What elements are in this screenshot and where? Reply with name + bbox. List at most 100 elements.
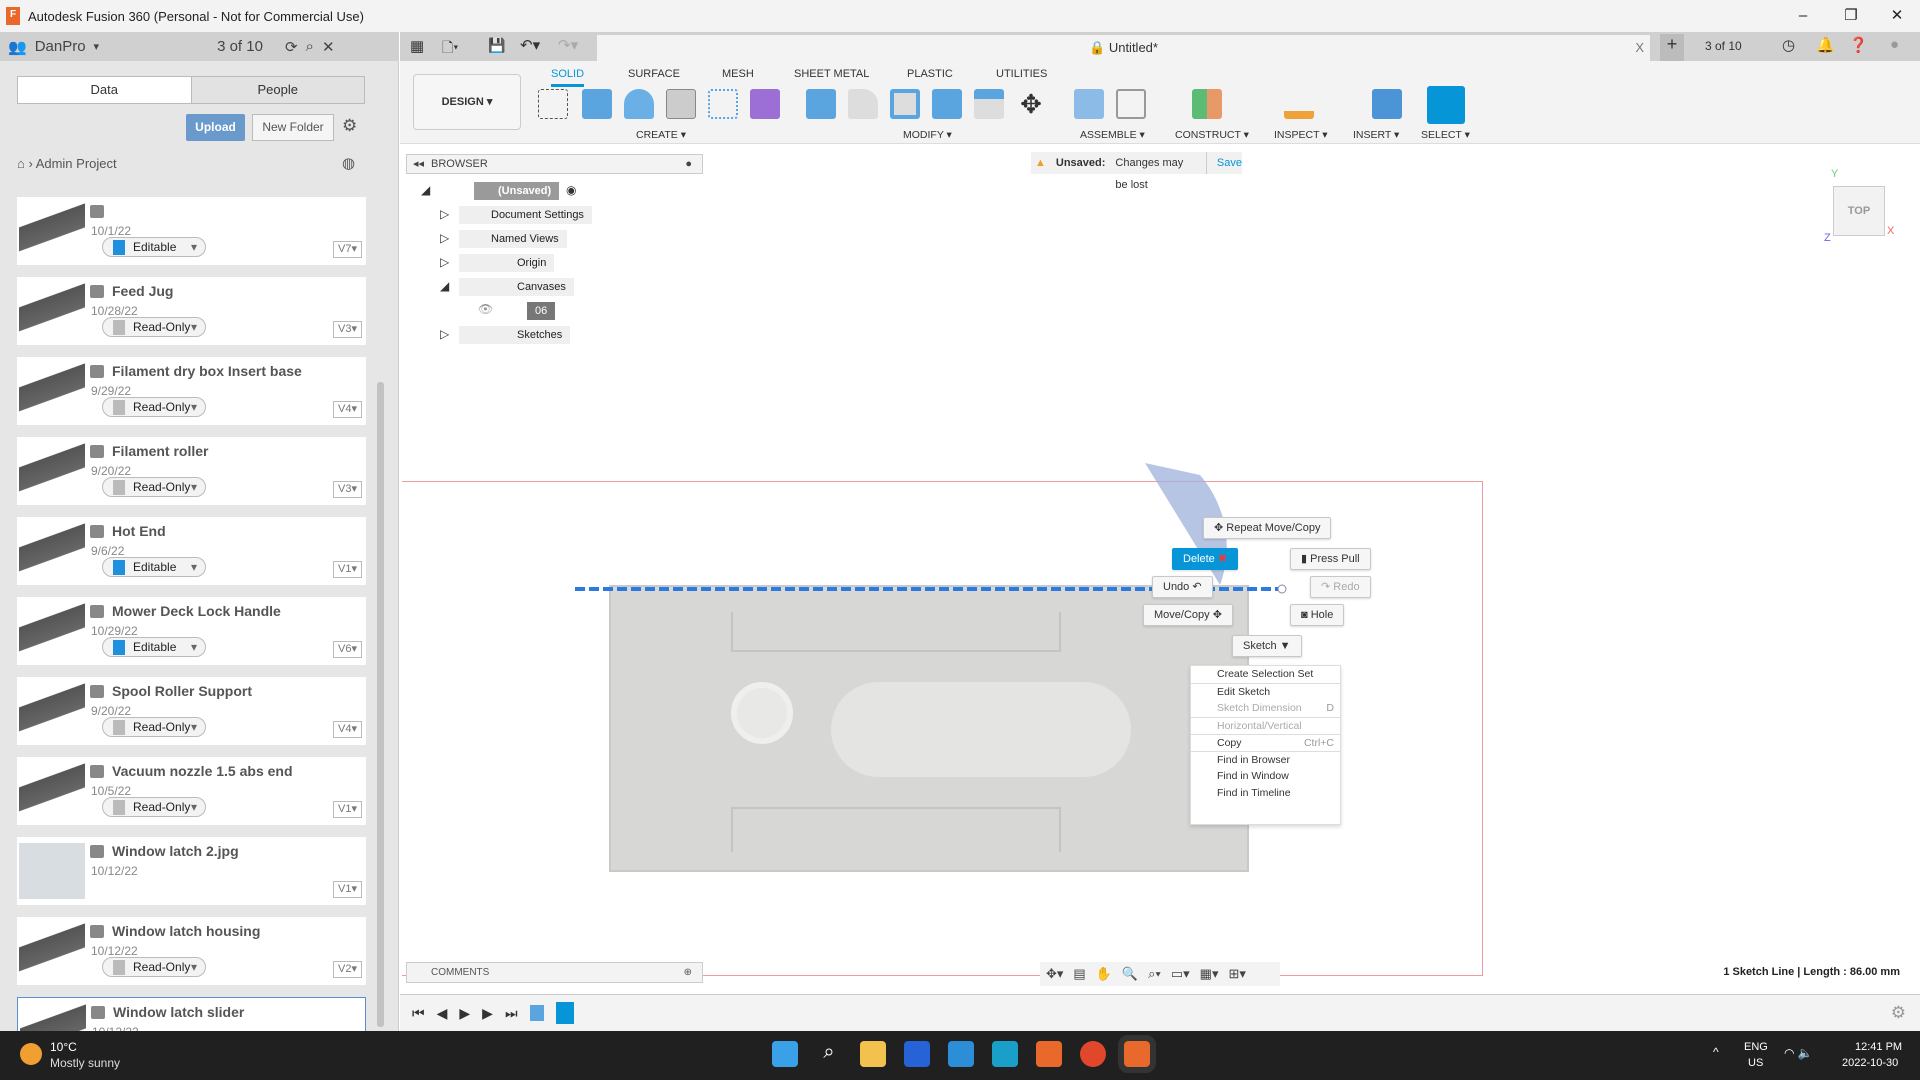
grid-icon[interactable]: ▦▾ xyxy=(1200,966,1219,982)
fusion-active-icon[interactable] xyxy=(1118,1035,1156,1073)
insert-image-icon[interactable] xyxy=(1372,89,1402,119)
file-name[interactable]: Window latch housing xyxy=(112,923,260,939)
scrollbar[interactable] xyxy=(377,382,384,1027)
close-button[interactable]: ✕ xyxy=(1874,0,1920,32)
menu-item-edit-sketch[interactable]: Edit Sketch xyxy=(1191,683,1340,700)
file-card[interactable]: Vacuum nozzle 1.5 abs end 10/5/22 Read-O… xyxy=(17,757,366,825)
tray-chevron-icon[interactable]: ^ xyxy=(1713,1045,1719,1059)
menu-item-sketch-dimension[interactable]: Sketch Dimension D xyxy=(1191,700,1340,717)
move-icon[interactable]: ✥ xyxy=(1016,89,1046,119)
eye-icon[interactable]: 👁 xyxy=(478,302,493,316)
new-folder-button[interactable]: New Folder xyxy=(252,114,334,141)
split-face-icon[interactable] xyxy=(974,89,1004,119)
fusion-icon[interactable] xyxy=(1036,1041,1062,1067)
fit-icon[interactable]: ⌕▾ xyxy=(1148,966,1161,982)
weather-temp[interactable]: 10°C xyxy=(50,1040,77,1054)
workspace-selector[interactable]: DESIGN ▾ xyxy=(413,74,521,130)
modify-menu[interactable]: MODIFY ▾ xyxy=(903,129,952,141)
browser-node-origin[interactable]: Origin xyxy=(459,254,555,272)
undo-button[interactable]: Undo ↶ xyxy=(1152,576,1213,598)
redo-icon[interactable]: ↷▾ xyxy=(558,36,578,54)
search-icon[interactable]: ⌕ xyxy=(306,38,314,55)
tab-data[interactable]: Data xyxy=(18,77,191,103)
version-dropdown[interactable]: V1▾ xyxy=(333,801,362,818)
collapse-icon[interactable]: ◢ xyxy=(440,279,449,293)
pan-icon[interactable]: ✋ xyxy=(1096,966,1112,982)
clock-time[interactable]: 12:41 PM xyxy=(1855,1041,1902,1053)
file-card[interactable]: 10/1/22 Editable V7▾ xyxy=(17,197,366,265)
expand-icon[interactable]: ▷ xyxy=(440,207,449,221)
play-icon[interactable]: ▶ xyxy=(459,1005,470,1022)
home-icon[interactable]: ⌂ › xyxy=(17,156,36,171)
permission-dropdown[interactable]: Read-Only xyxy=(102,797,206,817)
permission-dropdown[interactable]: Editable xyxy=(102,557,206,577)
delete-button[interactable]: Delete ✖ xyxy=(1172,548,1239,570)
app-n-icon[interactable] xyxy=(992,1041,1018,1067)
tab-utilities[interactable]: UTILITIES xyxy=(996,68,1047,80)
tab-mesh[interactable]: MESH xyxy=(722,68,754,80)
expand-icon[interactable]: ▷ xyxy=(440,255,449,269)
pin-icon[interactable]: ● xyxy=(685,155,692,173)
select-menu[interactable]: SELECT ▾ xyxy=(1421,129,1470,141)
search-icon[interactable]: ⌕ xyxy=(816,1041,842,1067)
file-name[interactable]: Window latch 2.jpg xyxy=(112,843,239,859)
save-link[interactable]: Save xyxy=(1205,152,1242,174)
create-sketch-icon[interactable] xyxy=(538,89,568,119)
extrude-icon[interactable] xyxy=(582,89,612,119)
help-icon[interactable]: ❓ xyxy=(1849,36,1868,54)
minimize-button[interactable]: – xyxy=(1780,0,1826,32)
browser-node-named-views[interactable]: Named Views xyxy=(459,230,567,248)
undo-icon[interactable]: ↶▾ xyxy=(520,36,540,54)
add-comment-icon[interactable]: ⊕ xyxy=(684,963,692,982)
file-card[interactable]: Filament roller 9/20/22 Read-Only V3▾ xyxy=(17,437,366,505)
menu-item-find-in-timeline[interactable]: Find in Timeline xyxy=(1191,785,1340,802)
file-explorer-icon[interactable] xyxy=(860,1041,886,1067)
permission-dropdown[interactable]: Read-Only xyxy=(102,397,206,417)
comments-panel[interactable]: COMMENTS ⊕ xyxy=(406,962,703,983)
restore-button[interactable]: ❐ xyxy=(1828,0,1874,32)
menu-item-create-selection-set[interactable]: Create Selection Set xyxy=(1191,666,1340,683)
permission-dropdown[interactable]: Read-Only xyxy=(102,957,206,977)
joint-icon[interactable] xyxy=(1116,89,1146,119)
redo-button[interactable]: ↷ Redo xyxy=(1310,576,1371,598)
settings-gear-icon[interactable]: ⚙ xyxy=(342,116,357,136)
clock-icon[interactable]: ◷ xyxy=(1782,36,1795,54)
job-status-right[interactable]: 3 of 10 xyxy=(1705,39,1742,53)
pattern-icon[interactable] xyxy=(708,89,738,119)
version-dropdown[interactable]: V4▾ xyxy=(333,721,362,738)
menu-item-copy[interactable]: Copy Ctrl+C xyxy=(1191,734,1340,751)
weather-condition[interactable]: Mostly sunny xyxy=(50,1056,120,1070)
menu-item-find-in-window[interactable]: Find in Window xyxy=(1191,768,1340,785)
browser-panel-header[interactable]: ◂◂ BROWSER ● xyxy=(406,154,703,174)
file-card[interactable]: Window latch 2.jpg 10/12/22 V1▾ xyxy=(17,837,366,905)
document-tab[interactable]: 🔒 Untitled* X xyxy=(597,35,1650,61)
globe-icon[interactable]: ◍ xyxy=(342,154,355,172)
revolve-icon[interactable] xyxy=(624,89,654,119)
version-dropdown[interactable]: V1▾ xyxy=(333,561,362,578)
move-copy-button[interactable]: Move/Copy ✥ xyxy=(1143,604,1233,626)
clock-date[interactable]: 2022-10-30 xyxy=(1842,1057,1898,1069)
expand-icon[interactable]: ▷ xyxy=(440,327,449,341)
file-name[interactable]: Hot End xyxy=(112,523,166,539)
new-tab-button[interactable]: + xyxy=(1660,34,1684,61)
offset-plane-icon[interactable] xyxy=(1192,89,1222,119)
inspect-menu[interactable]: INSPECT ▾ xyxy=(1274,129,1328,141)
line-endpoint[interactable] xyxy=(1277,584,1287,594)
file-name[interactable]: Vacuum nozzle 1.5 abs end xyxy=(112,763,293,779)
close-tab-button[interactable]: X xyxy=(1635,35,1644,61)
version-dropdown[interactable]: V7▾ xyxy=(333,241,362,258)
file-name[interactable]: Mower Deck Lock Handle xyxy=(112,603,281,619)
tab-people[interactable]: People xyxy=(190,77,364,103)
notification-bell-icon[interactable]: 🔔 xyxy=(1816,36,1835,54)
timeline-settings-icon[interactable]: ⚙ xyxy=(1891,1003,1906,1023)
browser-node-document-settings[interactable]: Document Settings xyxy=(459,206,592,224)
display-settings-icon[interactable]: ▭▾ xyxy=(1171,966,1190,982)
file-card[interactable]: Window latch housing 10/12/22 Read-Only … xyxy=(17,917,366,985)
weather-icon[interactable] xyxy=(20,1043,42,1065)
region[interactable]: US xyxy=(1748,1057,1763,1069)
tab-sheet-metal[interactable]: SHEET METAL xyxy=(794,68,869,80)
repeat-move-copy-button[interactable]: ✥ Repeat Move/Copy xyxy=(1203,517,1332,539)
file-card[interactable]: Feed Jug 10/28/22 Read-Only V3▾ xyxy=(17,277,366,345)
browser-node-sketches[interactable]: Sketches xyxy=(459,326,571,344)
orbit-icon[interactable]: ✥▾ xyxy=(1046,966,1063,982)
